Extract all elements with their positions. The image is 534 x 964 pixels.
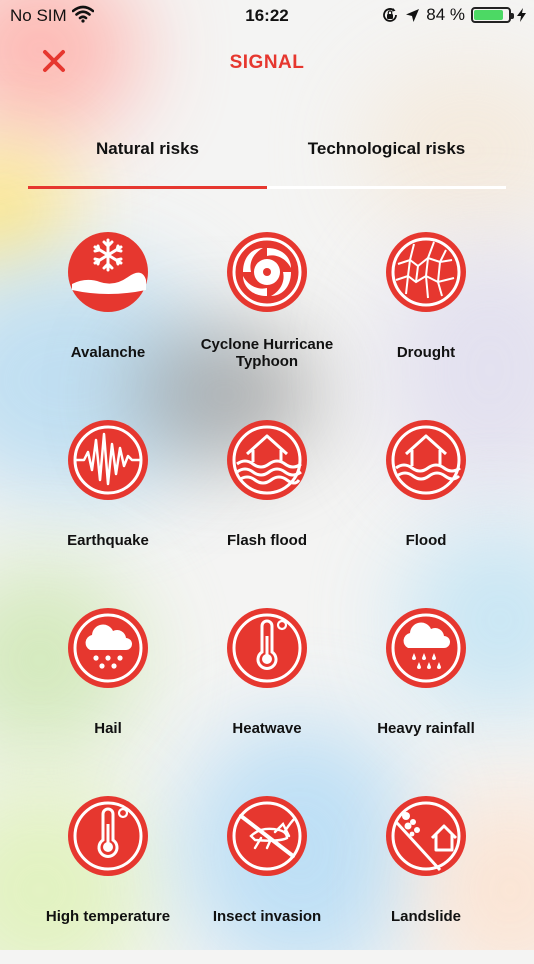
risk-label: Insect invasion [212, 908, 322, 925]
risk-label: Avalanche [70, 344, 146, 361]
tab-natural-risks[interactable]: Natural risks [28, 139, 267, 159]
battery-percent: 84 % [426, 5, 465, 24]
risk-label: Hail [94, 720, 122, 737]
flash-flood-icon [227, 420, 307, 500]
high-temperature-icon [68, 796, 148, 876]
risk-item-landslide[interactable]: Landslide [337, 794, 515, 964]
risk-label: Cyclone Hurricane Typhoon [200, 336, 334, 370]
heatwave-icon [227, 608, 307, 688]
page-title: SIGNAL [229, 52, 305, 73]
risk-item-earthquake[interactable]: Earthquake [19, 418, 197, 588]
drought-icon [386, 232, 466, 312]
charging-bolt-icon [517, 8, 526, 22]
battery-level-fill [474, 10, 503, 20]
status-bar: No SIM 16:22 84 % [0, 0, 534, 30]
hail-icon [68, 608, 148, 688]
risk-label: Drought [396, 344, 456, 361]
risk-label: Heavy rainfall [377, 720, 475, 737]
insect-invasion-icon [227, 796, 307, 876]
risk-item-flash-flood[interactable]: Flash flood [178, 418, 356, 588]
earthquake-icon [68, 420, 148, 500]
flood-icon [386, 420, 466, 500]
tab-technological-risks[interactable]: Technological risks [267, 139, 506, 159]
risk-item-heatwave[interactable]: Heatwave [178, 606, 356, 776]
risk-item-hail[interactable]: Hail [19, 606, 197, 776]
orientation-lock-icon [383, 8, 398, 22]
risk-item-drought[interactable]: Drought [337, 230, 515, 400]
landslide-icon [386, 796, 466, 876]
risk-label: Landslide [390, 908, 461, 925]
risk-item-flood[interactable]: Flood [337, 418, 515, 588]
risk-item-cyclone[interactable]: Cyclone Hurricane Typhoon [178, 230, 356, 400]
heavy-rainfall-icon [386, 608, 466, 688]
risk-item-heavy-rainfall[interactable]: Heavy rainfall [337, 606, 515, 776]
risk-item-high-temperature[interactable]: High temperature [19, 794, 197, 964]
risk-label: Earthquake [67, 532, 149, 549]
risk-label: Flash flood [227, 532, 307, 549]
avalanche-icon [68, 232, 148, 312]
tab-selected-indicator [28, 186, 267, 189]
cyclone-icon [227, 232, 307, 312]
risk-label: High temperature [45, 908, 171, 925]
risk-label: Heatwave [232, 720, 302, 737]
battery-icon [471, 7, 514, 23]
risk-item-avalanche[interactable]: Avalanche [19, 230, 197, 400]
risk-label: Flood [405, 532, 447, 549]
location-arrow-icon [406, 8, 420, 22]
risk-item-insect-invasion[interactable]: Insect invasion [178, 794, 356, 964]
